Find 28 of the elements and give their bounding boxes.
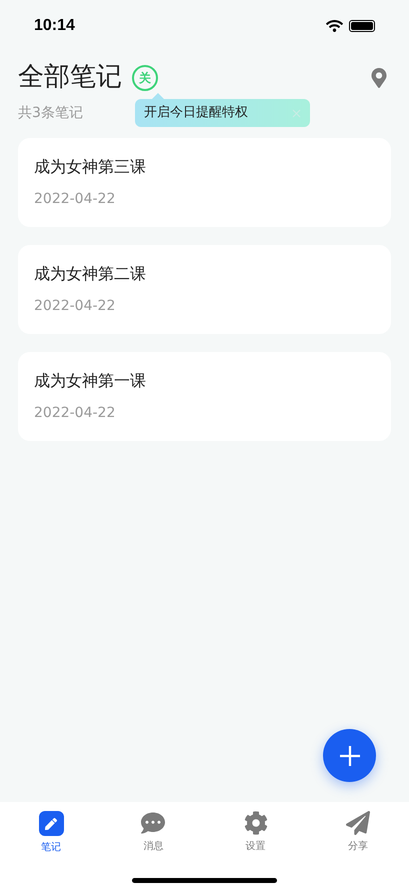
tooltip-pointer-icon <box>152 93 164 99</box>
note-card[interactable]: 成为女神第三课 2022-04-22 <box>18 138 391 227</box>
plus-icon <box>338 744 360 766</box>
tooltip-text: 开启今日提醒特权 <box>144 104 248 122</box>
note-title: 成为女神第二课 <box>34 263 147 285</box>
status-time: 10:14 <box>34 16 75 36</box>
location-icon[interactable] <box>371 68 387 88</box>
reminder-tooltip[interactable]: 开启今日提醒特权 <box>135 99 310 127</box>
paper-plane-icon <box>346 811 370 835</box>
battery-icon <box>349 20 375 32</box>
note-date: 2022-04-22 <box>34 297 116 316</box>
note-title: 成为女神第三课 <box>34 156 147 178</box>
settings-icon <box>244 811 268 835</box>
tab-item[interactable]: 笔记 <box>0 802 102 858</box>
page-title: 全部笔记 <box>18 61 122 94</box>
speech-bubble-icon <box>141 811 166 835</box>
add-note-button[interactable] <box>323 729 376 782</box>
pencil-icon <box>38 811 64 836</box>
note-date: 2022-04-22 <box>34 190 116 209</box>
note-title: 成为女神第一课 <box>34 370 147 392</box>
tab-item[interactable]: 分享 <box>306 802 409 858</box>
tab-item[interactable]: 设置 <box>204 802 307 858</box>
note-card[interactable]: 成为女神第一课 2022-04-22 <box>18 352 391 441</box>
tab-item[interactable]: 消息 <box>102 802 204 858</box>
note-card[interactable]: 成为女神第二课 2022-04-22 <box>18 245 391 334</box>
note-count: 共3条笔记 <box>17 104 84 123</box>
note-date: 2022-04-22 <box>34 404 116 423</box>
wifi-icon <box>326 19 343 33</box>
